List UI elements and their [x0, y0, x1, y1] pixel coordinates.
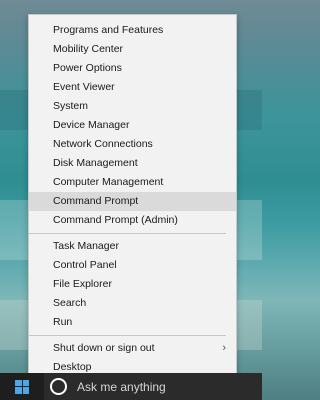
search-placeholder: Ask me anything — [77, 379, 166, 394]
power-user-menu: Programs and Features Mobility Center Po… — [28, 14, 237, 383]
taskbar: Ask me anything — [0, 373, 262, 400]
start-button[interactable] — [0, 373, 44, 400]
menu-item-mobility-center[interactable]: Mobility Center — [29, 40, 236, 59]
cortana-search-box[interactable]: Ask me anything — [44, 373, 262, 400]
menu-item-computer-management[interactable]: Computer Management — [29, 173, 236, 192]
menu-separator — [29, 335, 226, 336]
cortana-circle-icon — [50, 378, 67, 395]
menu-item-system[interactable]: System — [29, 97, 236, 116]
chevron-right-icon: › — [222, 342, 226, 354]
menu-item-device-manager[interactable]: Device Manager — [29, 116, 236, 135]
menu-separator — [29, 233, 226, 234]
windows-logo-icon — [15, 379, 29, 394]
menu-item-network-connections[interactable]: Network Connections — [29, 135, 236, 154]
menu-item-task-manager[interactable]: Task Manager — [29, 237, 236, 256]
menu-item-run[interactable]: Run — [29, 313, 236, 332]
menu-item-command-prompt-admin[interactable]: Command Prompt (Admin) — [29, 211, 236, 230]
menu-item-search[interactable]: Search — [29, 294, 236, 313]
menu-item-control-panel[interactable]: Control Panel — [29, 256, 236, 275]
menu-item-label: Shut down or sign out — [53, 342, 155, 354]
menu-item-programs-and-features[interactable]: Programs and Features — [29, 21, 236, 40]
menu-item-event-viewer[interactable]: Event Viewer — [29, 78, 236, 97]
menu-item-disk-management[interactable]: Disk Management — [29, 154, 236, 173]
menu-item-command-prompt[interactable]: Command Prompt — [29, 192, 236, 211]
menu-item-shut-down-or-sign-out[interactable]: Shut down or sign out › — [29, 339, 236, 358]
menu-item-file-explorer[interactable]: File Explorer — [29, 275, 236, 294]
menu-item-power-options[interactable]: Power Options — [29, 59, 236, 78]
